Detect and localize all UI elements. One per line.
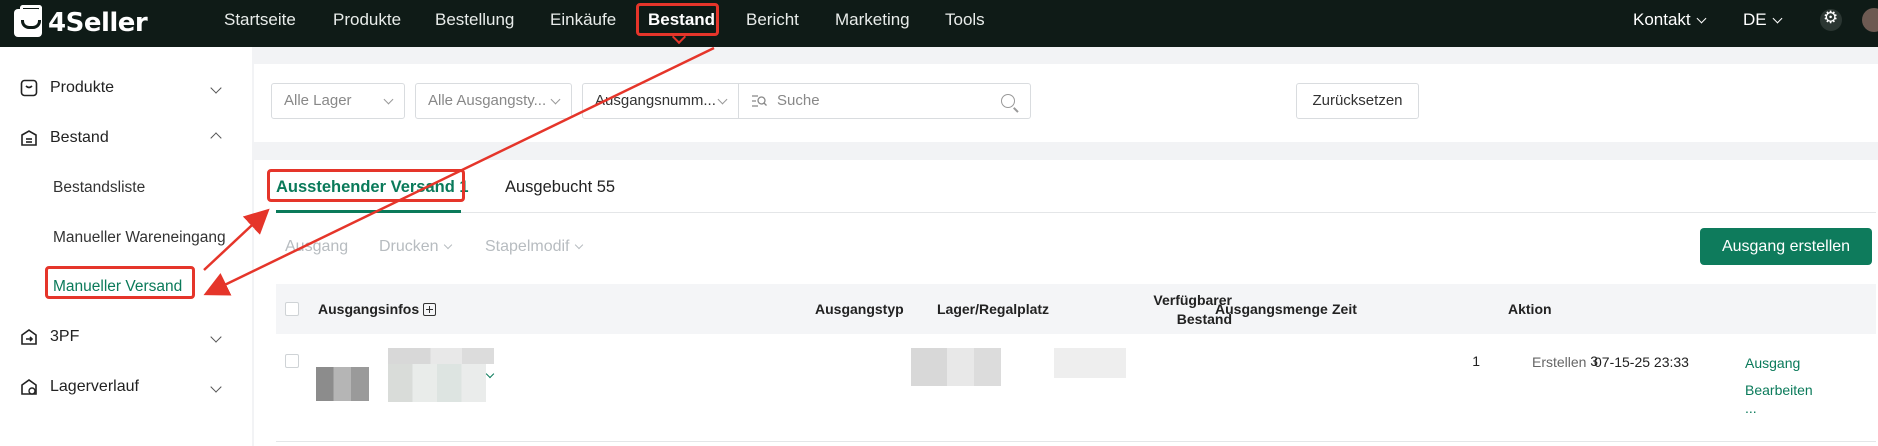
redacted-warehouse-bin bbox=[1054, 348, 1126, 378]
outbound-list-panel: Ausstehender Versand 1 Ausgebucht 55 Aus… bbox=[254, 160, 1878, 446]
row-outbound-link[interactable]: Ausgang bbox=[1745, 355, 1800, 371]
history-icon bbox=[21, 379, 37, 395]
batch-edit-menu[interactable]: Stapelmodif bbox=[485, 238, 583, 256]
nav-einkaeufe[interactable]: Einkäufe bbox=[550, 0, 616, 39]
sidebar-item-lagerverlauf[interactable]: Lagerverlauf bbox=[0, 367, 252, 407]
outbound-type-select-value: Alle Ausgangsty... bbox=[428, 92, 547, 109]
chevron-down-icon bbox=[210, 82, 222, 94]
select-all-checkbox[interactable] bbox=[285, 302, 299, 316]
chevron-down-icon bbox=[210, 381, 222, 393]
logo-text: 4Seller bbox=[48, 8, 148, 38]
search-field-select-value: Ausgangsnumm... bbox=[595, 92, 716, 109]
available-stock-value: 1 bbox=[1472, 353, 1480, 369]
language-label: DE bbox=[1743, 10, 1767, 29]
sidebar-item-3pf[interactable]: 3PF bbox=[0, 317, 252, 357]
column-outbound-quantity: Ausgangsmenge bbox=[1215, 301, 1328, 317]
sidebar: Produkte Bestand Bestandsliste Manueller… bbox=[0, 47, 252, 446]
contact-label: Kontakt bbox=[1633, 10, 1691, 29]
time-label: Erstellen bbox=[1532, 354, 1587, 370]
chevron-down-icon bbox=[383, 94, 394, 105]
tab-active-underline bbox=[276, 210, 461, 213]
print-label: Drucken bbox=[379, 238, 439, 255]
sidebar-item-label: Bestand bbox=[50, 129, 109, 146]
outbound-type-select[interactable]: Alle Ausgangsty... bbox=[415, 83, 572, 119]
row-divider bbox=[276, 441, 1876, 442]
nav-bestellung[interactable]: Bestellung bbox=[435, 0, 514, 39]
warehouse-select-value: Alle Lager bbox=[284, 92, 352, 109]
batch-edit-label: Stapelmodif bbox=[485, 238, 570, 255]
redacted-outbound-number bbox=[388, 348, 494, 364]
expand-plus-icon[interactable] bbox=[423, 303, 437, 316]
sidebar-subitem-manueller-wareneingang[interactable]: Manueller Wareneingang bbox=[53, 229, 226, 247]
print-menu[interactable]: Drucken bbox=[379, 238, 452, 256]
chevron-down-icon bbox=[717, 94, 728, 105]
tab-divider bbox=[276, 212, 1876, 213]
app-logo[interactable]: 4Seller bbox=[14, 5, 148, 39]
nav-tools[interactable]: Tools bbox=[945, 0, 985, 39]
expand-chevron-icon[interactable] bbox=[485, 369, 495, 379]
table-header: Ausgangsinfos Ausgangstyp Lager/Regalpla… bbox=[276, 284, 1876, 334]
sidebar-item-label: 3PF bbox=[50, 328, 80, 345]
chevron-down-icon bbox=[550, 94, 561, 105]
chevron-down-icon bbox=[443, 240, 452, 250]
nav-bericht[interactable]: Bericht bbox=[746, 0, 799, 39]
sidebar-subitem-bestandsliste[interactable]: Bestandsliste bbox=[53, 179, 145, 197]
top-navigation-bar: 4Seller Startseite Produkte Bestellung E… bbox=[0, 0, 1878, 47]
annotation-highlight-sidebar bbox=[45, 266, 195, 299]
chevron-down-icon bbox=[210, 331, 222, 343]
row-more-link[interactable]: ... bbox=[1745, 400, 1757, 416]
search-icon[interactable] bbox=[1001, 94, 1015, 108]
redacted-outbound-details bbox=[388, 364, 486, 402]
sidebar-item-produkte[interactable]: Produkte bbox=[0, 68, 252, 108]
chevron-up-icon bbox=[210, 132, 222, 144]
search-input[interactable]: Suche bbox=[738, 83, 1031, 119]
row-checkbox[interactable] bbox=[285, 354, 299, 368]
chevron-down-icon bbox=[1696, 13, 1707, 24]
create-outbound-button[interactable]: Ausgang erstellen bbox=[1700, 228, 1872, 265]
sidebar-item-bestand[interactable]: Bestand bbox=[0, 118, 252, 158]
nav-marketing[interactable]: Marketing bbox=[835, 0, 910, 39]
column-outbound-type: Ausgangstyp bbox=[815, 301, 904, 317]
logo-bag-icon bbox=[14, 5, 42, 37]
sidebar-item-label: Lagerverlauf bbox=[50, 378, 139, 395]
language-menu[interactable]: DE bbox=[1743, 0, 1783, 39]
product-thumbnail[interactable] bbox=[316, 367, 369, 401]
search-placeholder: Suche bbox=[777, 92, 820, 109]
sidebar-item-label: Produkte bbox=[50, 79, 115, 96]
search-filter-icon bbox=[752, 95, 767, 107]
contact-menu[interactable]: Kontakt bbox=[1633, 0, 1707, 39]
inventory-icon bbox=[21, 130, 37, 146]
fulfillment-icon bbox=[21, 329, 37, 345]
redacted-outbound-type bbox=[911, 348, 1001, 386]
search-field-select[interactable]: Ausgangsnumm... bbox=[582, 83, 739, 119]
settings-gear-icon[interactable] bbox=[1820, 8, 1842, 31]
product-icon bbox=[20, 79, 38, 97]
outbound-action-button[interactable]: Ausgang bbox=[285, 238, 348, 256]
warehouse-select[interactable]: Alle Lager bbox=[271, 83, 405, 119]
column-action: Aktion bbox=[1508, 301, 1552, 317]
nav-startseite[interactable]: Startseite bbox=[224, 0, 296, 39]
reset-button[interactable]: Zurücksetzen bbox=[1296, 83, 1419, 119]
chevron-down-icon bbox=[574, 240, 583, 250]
tab-shipped[interactable]: Ausgebucht 55 bbox=[505, 178, 615, 197]
nav-produkte[interactable]: Produkte bbox=[333, 0, 401, 39]
column-outbound-info-label: Ausgangsinfos bbox=[318, 301, 420, 317]
annotation-highlight-tab bbox=[267, 169, 465, 202]
filter-bar: Alle Lager Alle Ausgangsty... Ausgangsnu… bbox=[254, 64, 1878, 142]
chevron-down-icon bbox=[1772, 13, 1783, 24]
time-value: 07-15-25 23:33 bbox=[1594, 354, 1689, 370]
row-edit-link[interactable]: Bearbeiten bbox=[1745, 382, 1813, 398]
column-time: Zeit bbox=[1332, 301, 1357, 317]
user-avatar[interactable] bbox=[1862, 8, 1878, 32]
column-warehouse-bin: Lager/Regalplatz bbox=[937, 301, 1050, 317]
column-outbound-info: Ausgangsinfos bbox=[318, 301, 437, 317]
